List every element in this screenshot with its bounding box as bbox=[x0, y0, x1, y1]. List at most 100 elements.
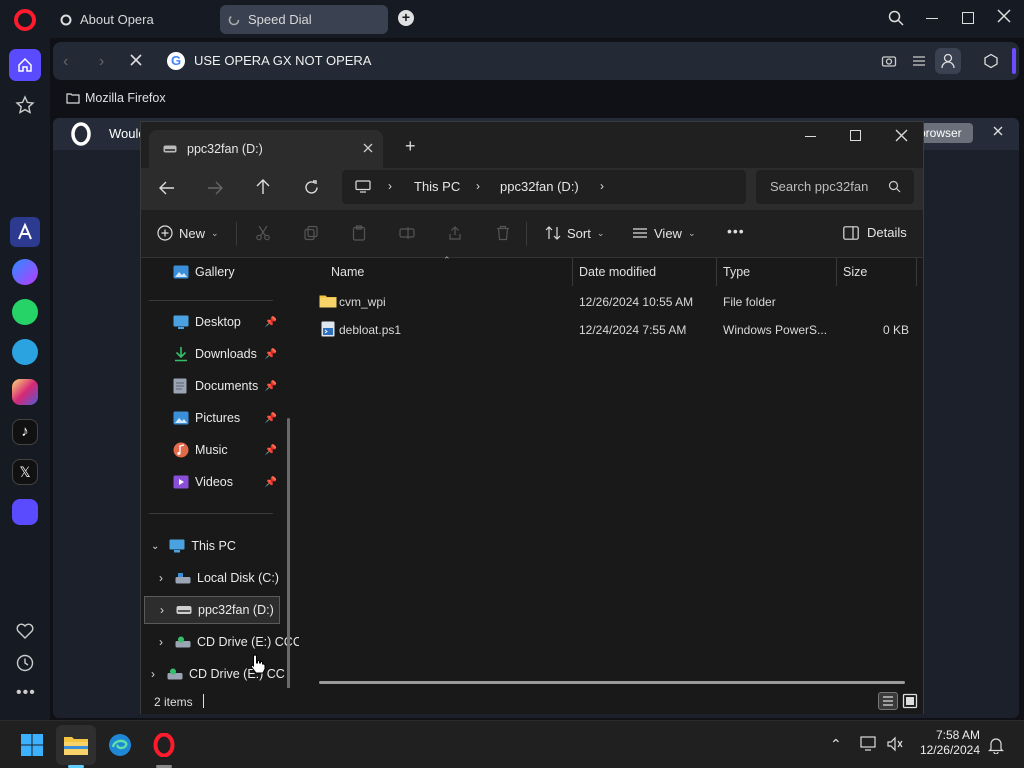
file-explorer-window: ppc32fan (D:) + › This PC › ppc32fan (D:… bbox=[140, 121, 924, 714]
breadcrumb-drive[interactable]: ppc32fan (D:) bbox=[500, 179, 579, 194]
new-tab-button[interactable]: + bbox=[398, 10, 414, 26]
nav-item-local-disk-c[interactable]: › Local Disk (C:) bbox=[159, 564, 279, 592]
heart-icon[interactable] bbox=[15, 621, 35, 641]
details-view-icon[interactable] bbox=[878, 692, 898, 710]
nav-item-desktop[interactable]: Desktop 📌 bbox=[173, 308, 277, 336]
rename-icon[interactable] bbox=[399, 225, 415, 241]
volume-muted-icon[interactable] bbox=[886, 736, 904, 752]
copy-icon[interactable] bbox=[303, 225, 319, 241]
banner-close-icon[interactable] bbox=[993, 126, 1003, 136]
edge-taskbar-button[interactable] bbox=[100, 725, 140, 765]
nav-item-music[interactable]: Music 📌 bbox=[173, 436, 277, 464]
nav-item-documents[interactable]: Documents 📌 bbox=[173, 372, 277, 400]
forward-arrow-icon[interactable] bbox=[207, 181, 223, 195]
clock[interactable]: 7:58 AM 12/26/2024 bbox=[918, 728, 980, 758]
music-player-icon[interactable] bbox=[12, 499, 38, 525]
chevron-right-icon[interactable]: › bbox=[160, 603, 164, 617]
view-label: View bbox=[654, 225, 682, 241]
more-icon[interactable]: ••• bbox=[16, 684, 36, 702]
minimize-button[interactable] bbox=[926, 18, 938, 19]
close-icon[interactable] bbox=[996, 8, 1012, 24]
profile-icon[interactable] bbox=[935, 48, 961, 74]
telegram-icon[interactable] bbox=[12, 339, 38, 365]
back-button[interactable]: ‹ bbox=[63, 53, 68, 71]
column-header-size[interactable]: Size bbox=[837, 258, 917, 286]
close-icon[interactable] bbox=[895, 129, 908, 142]
gallery-icon bbox=[173, 265, 189, 279]
tiktok-icon[interactable]: ♪ bbox=[12, 419, 38, 445]
opera-logo-icon[interactable] bbox=[14, 9, 36, 31]
tab-about-opera[interactable]: About Opera bbox=[52, 5, 212, 34]
column-header-type[interactable]: Type bbox=[717, 258, 837, 286]
nav-item-downloads[interactable]: Downloads 📌 bbox=[173, 340, 277, 368]
nav-item-pictures[interactable]: Pictures 📌 bbox=[173, 404, 277, 432]
instagram-icon[interactable] bbox=[12, 379, 38, 405]
star-icon[interactable] bbox=[15, 95, 35, 115]
minimize-button[interactable] bbox=[805, 136, 816, 137]
cd-drive-icon bbox=[175, 636, 191, 648]
view-button[interactable]: View ⌄ bbox=[632, 225, 696, 241]
refresh-icon[interactable] bbox=[304, 180, 319, 195]
tab-close-icon[interactable] bbox=[363, 143, 373, 153]
opera-taskbar-button[interactable] bbox=[144, 725, 184, 765]
stop-loading-icon[interactable] bbox=[129, 53, 143, 67]
sort-button[interactable]: Sort ⌄ bbox=[545, 225, 604, 241]
breadcrumb-this-pc[interactable]: This PC bbox=[414, 179, 460, 194]
home-icon[interactable] bbox=[9, 49, 41, 81]
up-arrow-icon[interactable] bbox=[256, 179, 270, 195]
extensions-icon[interactable] bbox=[983, 53, 999, 69]
new-button[interactable]: New ⌄ bbox=[157, 225, 219, 241]
tiles-view-icon[interactable] bbox=[902, 693, 918, 709]
search-icon[interactable] bbox=[888, 10, 904, 26]
chevron-up-icon[interactable]: ⌃ bbox=[830, 736, 842, 753]
forward-button[interactable]: › bbox=[99, 53, 104, 71]
address-bar[interactable]: USE OPERA GX NOT OPERA bbox=[194, 53, 371, 68]
cut-icon[interactable] bbox=[255, 225, 271, 241]
sort-icon bbox=[545, 226, 561, 240]
horizontal-scrollbar[interactable] bbox=[319, 681, 905, 684]
table-row[interactable]: cvm_wpi 12/26/2024 10:55 AM File folder bbox=[313, 288, 917, 316]
new-tab-button[interactable]: + bbox=[405, 136, 416, 157]
whatsapp-icon[interactable] bbox=[12, 299, 38, 325]
nav-item-ppc32fan-d[interactable]: › ppc32fan (D:) bbox=[144, 596, 280, 624]
breadcrumb[interactable]: › This PC › ppc32fan (D:) › bbox=[342, 170, 746, 204]
nav-item-this-pc[interactable]: ⌄ This PC bbox=[151, 532, 236, 560]
details-button[interactable]: Details bbox=[843, 225, 907, 240]
x-twitter-icon[interactable]: 𝕏 bbox=[12, 459, 38, 485]
easy-setup-icon[interactable] bbox=[911, 53, 927, 69]
chevron-down-icon[interactable]: ⌄ bbox=[151, 541, 159, 552]
bookmark-mozilla-firefox[interactable]: Mozilla Firefox bbox=[85, 91, 166, 105]
search-icon bbox=[888, 180, 901, 193]
maximize-button[interactable] bbox=[850, 130, 861, 141]
table-row[interactable]: debloat.ps1 12/24/2024 7:55 AM Windows P… bbox=[313, 316, 917, 344]
history-icon[interactable] bbox=[15, 653, 35, 673]
column-header-date-modified[interactable]: Date modified bbox=[573, 258, 717, 286]
back-arrow-icon[interactable] bbox=[159, 181, 175, 195]
taskbar: ⌃ 7:58 AM 12/26/2024 bbox=[0, 720, 1024, 768]
file-explorer-taskbar-button[interactable] bbox=[56, 725, 96, 765]
start-button[interactable] bbox=[12, 725, 52, 765]
chevron-right-icon[interactable]: › bbox=[151, 667, 155, 681]
messenger-icon[interactable] bbox=[12, 259, 38, 285]
nav-item-cd-drive-e[interactable]: › CD Drive (E:) CCCOMA_X64FRE_EN-US_DV9 bbox=[159, 628, 299, 656]
nav-item-videos[interactable]: Videos 📌 bbox=[173, 468, 277, 496]
tab-speed-dial[interactable]: Speed Dial bbox=[220, 5, 388, 34]
nav-item-gallery[interactable]: Gallery bbox=[173, 258, 235, 286]
delete-icon[interactable] bbox=[495, 225, 511, 241]
explorer-tab[interactable]: ppc32fan (D:) bbox=[149, 130, 383, 168]
restore-button[interactable] bbox=[962, 12, 974, 24]
network-icon[interactable] bbox=[860, 736, 878, 752]
notification-bell-icon[interactable] bbox=[988, 736, 1004, 754]
camera-icon[interactable] bbox=[881, 53, 897, 69]
share-icon[interactable] bbox=[447, 225, 463, 241]
more-options-icon[interactable]: ••• bbox=[727, 223, 745, 239]
chevron-right-icon[interactable]: › bbox=[159, 571, 163, 585]
chevron-right-icon[interactable]: › bbox=[159, 635, 163, 649]
search-box[interactable]: Search ppc32fan bbox=[756, 170, 914, 204]
nav-scrollbar[interactable] bbox=[287, 418, 290, 688]
command-bar: New ⌄ Sort ⌄ View ⌄ ••• Details bbox=[141, 210, 923, 258]
paste-icon[interactable] bbox=[351, 225, 367, 241]
aria-icon[interactable] bbox=[10, 217, 40, 247]
column-label: Name bbox=[331, 265, 365, 279]
divider bbox=[526, 222, 527, 246]
